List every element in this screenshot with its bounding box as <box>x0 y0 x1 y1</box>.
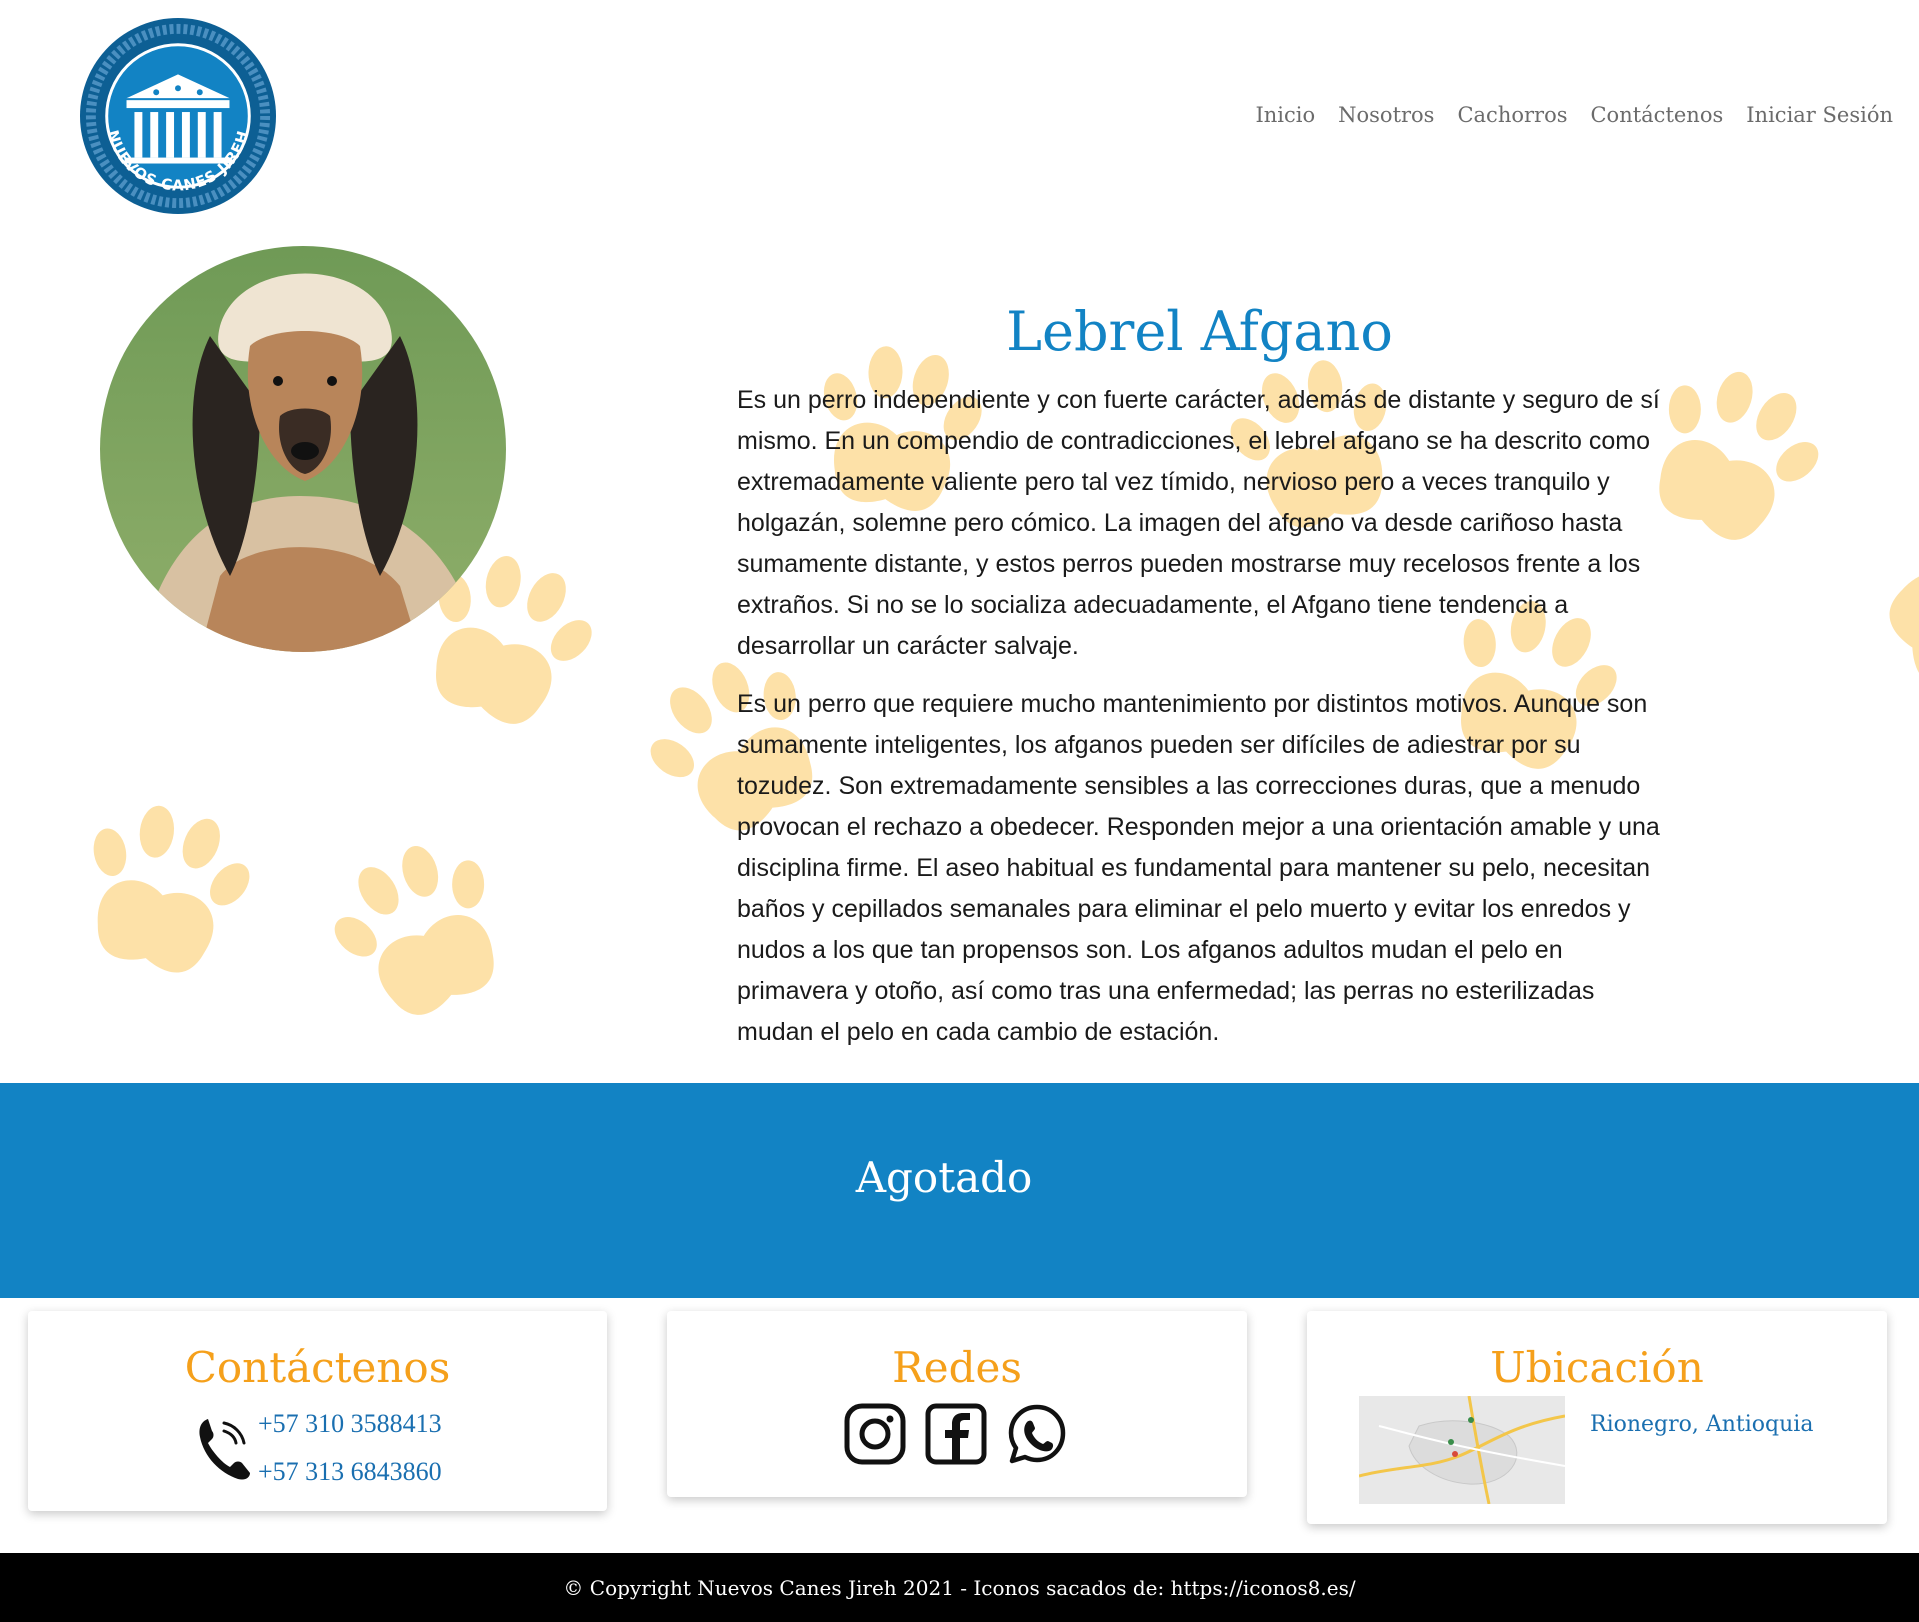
availability-status: Agotado <box>855 1153 1033 1202</box>
breed-description: Es un perro independiente y con fuerte c… <box>737 380 1662 1070</box>
logo[interactable]: NUEVOS CANES JIREH <box>79 17 277 215</box>
nav-nosotros[interactable]: Nosotros <box>1338 103 1434 127</box>
location-title: Ubicación <box>1490 1343 1704 1392</box>
availability-banner: Agotado <box>0 1083 1919 1298</box>
site-header: NUEVOS CANES JIREH Inicio Nosotros Cacho… <box>0 0 1919 240</box>
paw-icon <box>60 787 270 988</box>
description-paragraph: Es un perro que requiere mucho mantenimi… <box>737 690 1660 1046</box>
map-thumbnail[interactable] <box>1359 1396 1565 1504</box>
phone-link[interactable]: +57 310 3588413 <box>258 1409 442 1439</box>
contact-title: Contáctenos <box>184 1343 451 1392</box>
main-nav: Inicio Nosotros Cachorros Contáctenos In… <box>1232 103 1893 127</box>
phone-icon <box>199 1419 250 1480</box>
social-card: Redes <box>667 1311 1247 1497</box>
nav-inicio[interactable]: Inicio <box>1255 103 1315 127</box>
paw-icon <box>308 819 533 1038</box>
facebook-icon[interactable] <box>924 1402 988 1466</box>
copyright-bar: © Copyright Nuevos Canes Jireh 2021 - Ic… <box>0 1553 1919 1622</box>
phone-link[interactable]: +57 313 6843860 <box>258 1457 442 1487</box>
social-title: Redes <box>892 1343 1022 1392</box>
breed-title: Lebrel Afgano <box>1006 300 1393 363</box>
copyright-text: © Copyright Nuevos Canes Jireh 2021 - Ic… <box>563 1576 1356 1600</box>
paw-icon <box>1863 495 1919 726</box>
instagram-icon[interactable] <box>843 1402 907 1466</box>
description-paragraph: Es un perro independiente y con fuerte c… <box>737 386 1660 660</box>
location-card: Ubicación Rionegro, Antioquia <box>1307 1311 1887 1524</box>
whatsapp-icon[interactable] <box>1005 1402 1069 1466</box>
nav-cachorros[interactable]: Cachorros <box>1457 103 1567 127</box>
dog-photo <box>100 246 506 652</box>
location-text[interactable]: Rionegro, Antioquia <box>1590 1412 1813 1437</box>
nav-contactenos[interactable]: Contáctenos <box>1590 103 1723 127</box>
nav-iniciar-sesion[interactable]: Iniciar Sesión <box>1746 103 1893 127</box>
contact-card: Contáctenos +57 310 3588413 +57 313 6843… <box>28 1311 607 1511</box>
